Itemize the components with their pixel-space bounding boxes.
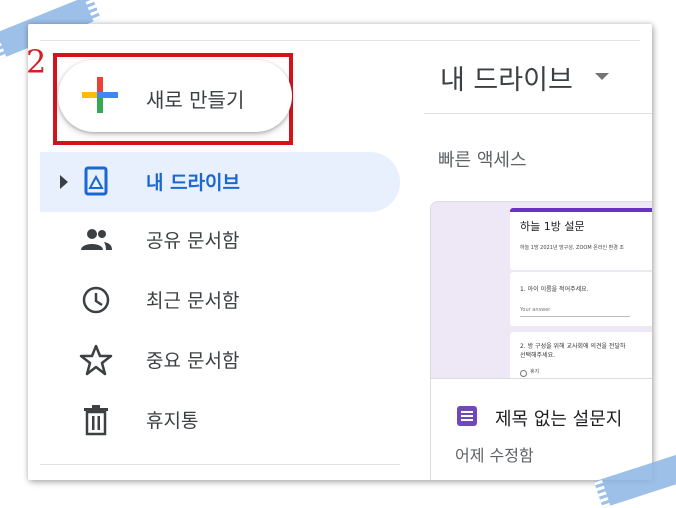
- question-text: 1. 아이 이름을 적어주세요.: [520, 286, 589, 293]
- drive-screenshot-panel: 2 새로 만들기 내 드라이브 공유 문서함 최근 문서함 중요 문서함 휴지통…: [28, 24, 652, 480]
- google-forms-icon: [457, 406, 477, 426]
- clock-icon: [82, 286, 110, 314]
- question-line: 선택해주세요.: [520, 352, 556, 359]
- file-name: 제목 없는 설문지: [495, 409, 623, 430]
- quick-access-file-card[interactable]: 하늘 1방 설문 하늘 1방 2021년 방구성, ZOOM 온라인 환경 조 …: [430, 201, 652, 480]
- main-divider: [424, 113, 652, 114]
- sidebar-item-label: 휴지통: [146, 410, 199, 432]
- form-preview-header: 하늘 1방 설문 하늘 1방 2021년 방구성, ZOOM 온라인 환경 조: [510, 208, 652, 270]
- sidebar-item-shared[interactable]: 공유 문서함: [40, 210, 400, 270]
- expand-arrow-icon[interactable]: [60, 175, 68, 189]
- sidebar-item-label: 중요 문서함: [146, 350, 240, 372]
- sidebar-item-trash[interactable]: 휴지통: [40, 390, 400, 450]
- trash-icon: [84, 405, 108, 436]
- sidebar-item-label: 공유 문서함: [146, 230, 240, 252]
- file-modified-time: 어제 수정함: [455, 446, 534, 465]
- page-title[interactable]: 내 드라이브: [440, 58, 573, 97]
- answer-underline: [520, 316, 630, 317]
- question-text: 2. 방 구성을 위해 교사회에 의견을 전달하선택해주세요.: [520, 342, 626, 360]
- step-number: 2: [28, 43, 47, 81]
- star-icon: [79, 344, 113, 376]
- new-button[interactable]: 새로 만들기: [58, 60, 292, 132]
- form-preview-title: 하늘 1방 설문: [520, 220, 585, 233]
- sidebar-item-starred[interactable]: 중요 문서함: [40, 330, 400, 390]
- radio-icon: [520, 370, 527, 377]
- sidebar-item-recent[interactable]: 최근 문서함: [40, 270, 400, 330]
- option-text: 휴지: [530, 369, 540, 375]
- answer-placeholder: Your answer: [520, 307, 551, 313]
- plus-icon: [82, 77, 118, 113]
- drive-icon: [84, 166, 108, 196]
- form-preview-description: 하늘 1방 2021년 방구성, ZOOM 온라인 환경 조: [520, 245, 625, 251]
- sidebar-item-label: 최근 문서함: [146, 290, 240, 312]
- question-line: 2. 방 구성을 위해 교사회에 의견을 전달하: [520, 343, 626, 350]
- sidebar-item-label: 내 드라이브: [146, 172, 241, 194]
- sidebar-item-my-drive[interactable]: 내 드라이브: [40, 152, 400, 212]
- top-divider: [40, 40, 640, 41]
- form-preview-question: 1. 아이 이름을 적어주세요. Your answer: [510, 272, 652, 326]
- form-preview-question: 2. 방 구성을 위해 교사회에 의견을 전달하선택해주세요. 휴지: [510, 332, 652, 378]
- new-button-label: 새로 만들기: [146, 88, 245, 112]
- file-thumbnail: 하늘 1방 설문 하늘 1방 2021년 방구성, ZOOM 온라인 환경 조 …: [431, 202, 652, 379]
- sidebar-divider: [40, 464, 400, 465]
- caret-down-icon[interactable]: [595, 73, 609, 80]
- quick-access-label: 빠른 액세스: [438, 150, 527, 171]
- people-icon: [81, 229, 112, 250]
